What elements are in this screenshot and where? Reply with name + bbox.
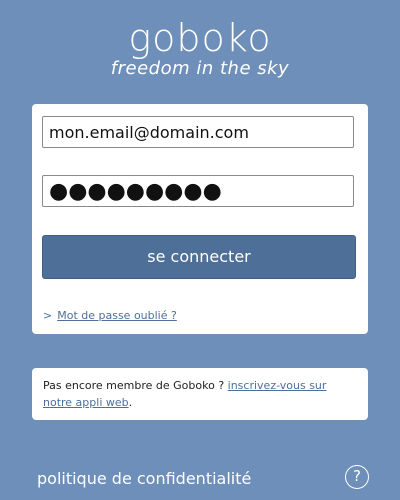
help-icon[interactable]: ?	[345, 465, 369, 489]
signup-card: Pas encore membre de Goboko ? inscrivez-…	[32, 368, 368, 420]
login-card: se connecter > Mot de passe oublié ?	[32, 104, 368, 334]
connect-button[interactable]: se connecter	[42, 235, 356, 279]
privacy-policy-link[interactable]: politique de confidentialité	[37, 469, 251, 488]
signup-end-punct: .	[128, 396, 133, 409]
forgot-password-row: > Mot de passe oublié ?	[43, 309, 177, 322]
password-field[interactable]	[42, 175, 354, 207]
signup-prompt: Pas encore membre de Goboko ?	[43, 379, 228, 392]
goboko-logo: goboko	[128, 16, 272, 60]
email-field[interactable]	[42, 116, 354, 148]
tagline: freedom in the sky	[110, 58, 290, 79]
chevron-right-icon: >	[43, 309, 53, 322]
forgot-password-link[interactable]: Mot de passe oublié ?	[57, 309, 177, 322]
